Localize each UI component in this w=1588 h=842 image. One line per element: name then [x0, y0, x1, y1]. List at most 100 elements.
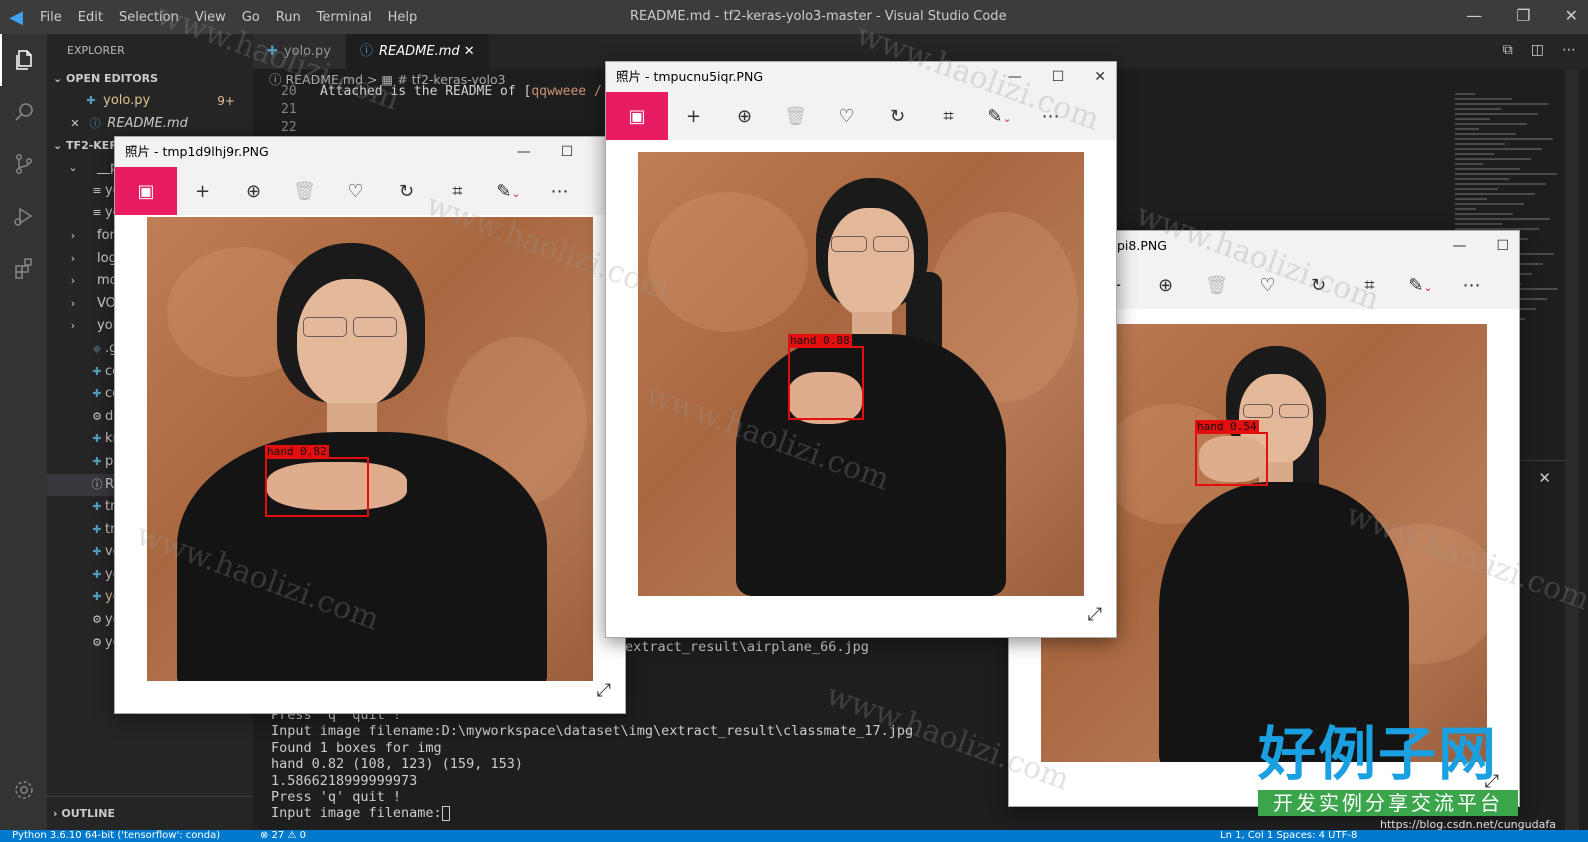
- tab-label: README.md: [378, 44, 460, 59]
- minimap-line: [1455, 143, 1505, 145]
- minimap-line: [1455, 178, 1509, 180]
- photo-canvas[interactable]: hand 0.82 ⤢: [115, 215, 625, 713]
- menu-go[interactable]: Go: [234, 10, 268, 25]
- zoom-icon[interactable]: ⊕: [228, 181, 279, 202]
- menu-run[interactable]: Run: [268, 10, 309, 25]
- more-icon[interactable]: ⋯: [1025, 106, 1076, 127]
- expand-icon[interactable]: ⤢: [1088, 604, 1102, 625]
- file-type-icon: ⚙: [92, 635, 102, 649]
- minimap-line: [1455, 123, 1527, 125]
- outline-section[interactable]: › OUTLINE: [47, 796, 253, 830]
- menu-edit[interactable]: Edit: [70, 10, 111, 25]
- menu-selection[interactable]: Selection: [111, 10, 187, 25]
- collection-image-icon[interactable]: ▣: [115, 167, 177, 215]
- chevron-icon: ›: [70, 319, 76, 333]
- crop-icon[interactable]: ⌗: [923, 106, 974, 127]
- source-control-icon[interactable]: [0, 138, 47, 190]
- menu-terminal[interactable]: Terminal: [309, 10, 380, 25]
- minimize-button[interactable]: —: [1452, 231, 1466, 261]
- favorite-icon[interactable]: ♡: [330, 181, 381, 202]
- crop-icon[interactable]: ⌗: [1344, 275, 1395, 296]
- maximize-button[interactable]: ☐: [561, 137, 574, 167]
- more-actions-icon[interactable]: ⋯: [1562, 42, 1576, 58]
- split-editor-icon[interactable]: ◫: [1531, 42, 1544, 58]
- run-debug-icon[interactable]: [0, 190, 47, 242]
- favorite-icon[interactable]: ♡: [1242, 275, 1293, 296]
- problems-status[interactable]: ⊗ 27 ⚠ 0: [260, 830, 306, 842]
- collection-image-icon[interactable]: ▣: [606, 92, 668, 140]
- open-editor-item[interactable]: ✚ yolo.py 9+: [47, 90, 253, 113]
- add-icon[interactable]: +: [668, 106, 719, 127]
- maximize-button[interactable]: ❐: [1516, 6, 1530, 25]
- photo-canvas[interactable]: hand 0.88 ⤢: [606, 140, 1116, 637]
- delete-icon[interactable]: 🗑: [770, 106, 821, 127]
- edit-icon[interactable]: ✎⌄: [483, 181, 534, 202]
- delete-icon[interactable]: 🗑: [1191, 275, 1242, 296]
- delete-icon[interactable]: 🗑: [279, 181, 330, 202]
- photo-viewer-window-2[interactable]: 照片 - tmpucnu5iqr.PNG — ☐ ✕ ▣ + ⊕ 🗑 ♡ ↻ ⌗…: [605, 61, 1117, 638]
- editor-scrollbar[interactable]: [1565, 69, 1579, 830]
- detection-box: hand 0.88: [788, 334, 864, 420]
- minimize-button[interactable]: —: [517, 137, 531, 167]
- terminal-line: Found 1 boxes for img: [271, 739, 442, 756]
- maximize-button[interactable]: ☐: [1052, 62, 1065, 92]
- minimize-button[interactable]: —: [1466, 6, 1482, 25]
- minimize-button[interactable]: —: [1008, 62, 1022, 92]
- python-interpreter-status[interactable]: Python 3.6.10 64-bit ('tensorflow': cond…: [12, 830, 220, 842]
- open-editor-item[interactable]: ✕ ⓘ README.md: [47, 113, 253, 136]
- code-line[interactable]: Attached is the README of [qqwweee /: [320, 84, 602, 99]
- terminal-line: hand 0.82 (108, 123) (159, 153): [271, 756, 523, 773]
- rotate-icon[interactable]: ↻: [381, 181, 432, 202]
- expand-icon[interactable]: ⤢: [597, 680, 611, 701]
- menu-view[interactable]: View: [187, 10, 234, 25]
- brand-subtitle: 开发实例分享交流平台: [1258, 790, 1518, 816]
- manage-gear-icon[interactable]: [0, 764, 47, 816]
- file-type-icon: ≡: [92, 183, 102, 197]
- zoom-icon[interactable]: ⊕: [1140, 275, 1191, 296]
- search-icon[interactable]: [0, 86, 47, 138]
- python-file-icon: ✚: [86, 94, 96, 107]
- more-icon[interactable]: ⋯: [534, 181, 585, 202]
- extensions-icon[interactable]: [0, 242, 47, 294]
- more-icon[interactable]: ⋯: [1446, 275, 1497, 296]
- file-type-icon: ✚: [92, 364, 102, 378]
- favorite-icon[interactable]: ♡: [821, 106, 872, 127]
- terminal-line: Press 'q' quit !: [271, 788, 402, 805]
- file-type-icon: ✚: [92, 545, 102, 559]
- menu-help[interactable]: Help: [380, 10, 426, 25]
- explorer-icon[interactable]: [0, 34, 47, 86]
- file-type-icon: ✚: [92, 454, 102, 468]
- open-editor-name: README.md: [107, 115, 188, 131]
- file-type-icon: ✚: [92, 432, 102, 446]
- rotate-icon[interactable]: ↻: [872, 106, 923, 127]
- close-button[interactable]: ✕: [1094, 62, 1106, 92]
- crop-icon[interactable]: ⌗: [432, 181, 483, 202]
- minimap-line: [1455, 203, 1524, 205]
- terminal-prompt[interactable]: Input image filename:: [271, 805, 913, 821]
- close-editor-icon[interactable]: ✕: [67, 113, 83, 136]
- terminal-output: Press 'q' quit ! Input image filename:D:…: [271, 707, 913, 822]
- maximize-button[interactable]: ☐: [1496, 231, 1509, 261]
- close-panel-icon[interactable]: ✕: [1538, 469, 1551, 487]
- photo-viewer-window-1[interactable]: 照片 - tmp1d9lhj9r.PNG — ☐ ✕ ▣ + ⊕ 🗑 ♡ ↻ ⌗…: [114, 136, 626, 714]
- add-icon[interactable]: +: [177, 181, 228, 202]
- open-editors-section[interactable]: ⌄ OPEN EDITORS: [47, 68, 253, 90]
- file-type-icon: ◆: [92, 341, 102, 355]
- tab-yolo-py[interactable]: ✚ yolo.py: [253, 34, 346, 69]
- menu-file[interactable]: File: [32, 10, 70, 25]
- menu-bar: File Edit Selection View Go Run Terminal…: [32, 10, 425, 25]
- file-type-icon: ✚: [92, 387, 102, 401]
- open-preview-icon[interactable]: ⧉: [1503, 42, 1513, 58]
- close-tab-icon[interactable]: ✕: [464, 44, 475, 59]
- line-numbers: 20 21 22: [253, 84, 297, 138]
- python-file-icon: ✚: [267, 44, 278, 59]
- rotate-icon[interactable]: ↻: [1293, 275, 1344, 296]
- chevron-icon: ›: [70, 296, 76, 310]
- cursor-position-status[interactable]: Ln 1, Col 1 Spaces: 4 UTF-8: [1220, 830, 1357, 842]
- tab-readme-md[interactable]: ⓘ README.md ✕: [345, 34, 490, 69]
- zoom-icon[interactable]: ⊕: [719, 106, 770, 127]
- minimap-line: [1455, 173, 1557, 175]
- edit-icon[interactable]: ✎⌄: [1395, 275, 1446, 296]
- close-button[interactable]: ✕: [1565, 6, 1578, 25]
- edit-icon[interactable]: ✎⌄: [974, 106, 1025, 127]
